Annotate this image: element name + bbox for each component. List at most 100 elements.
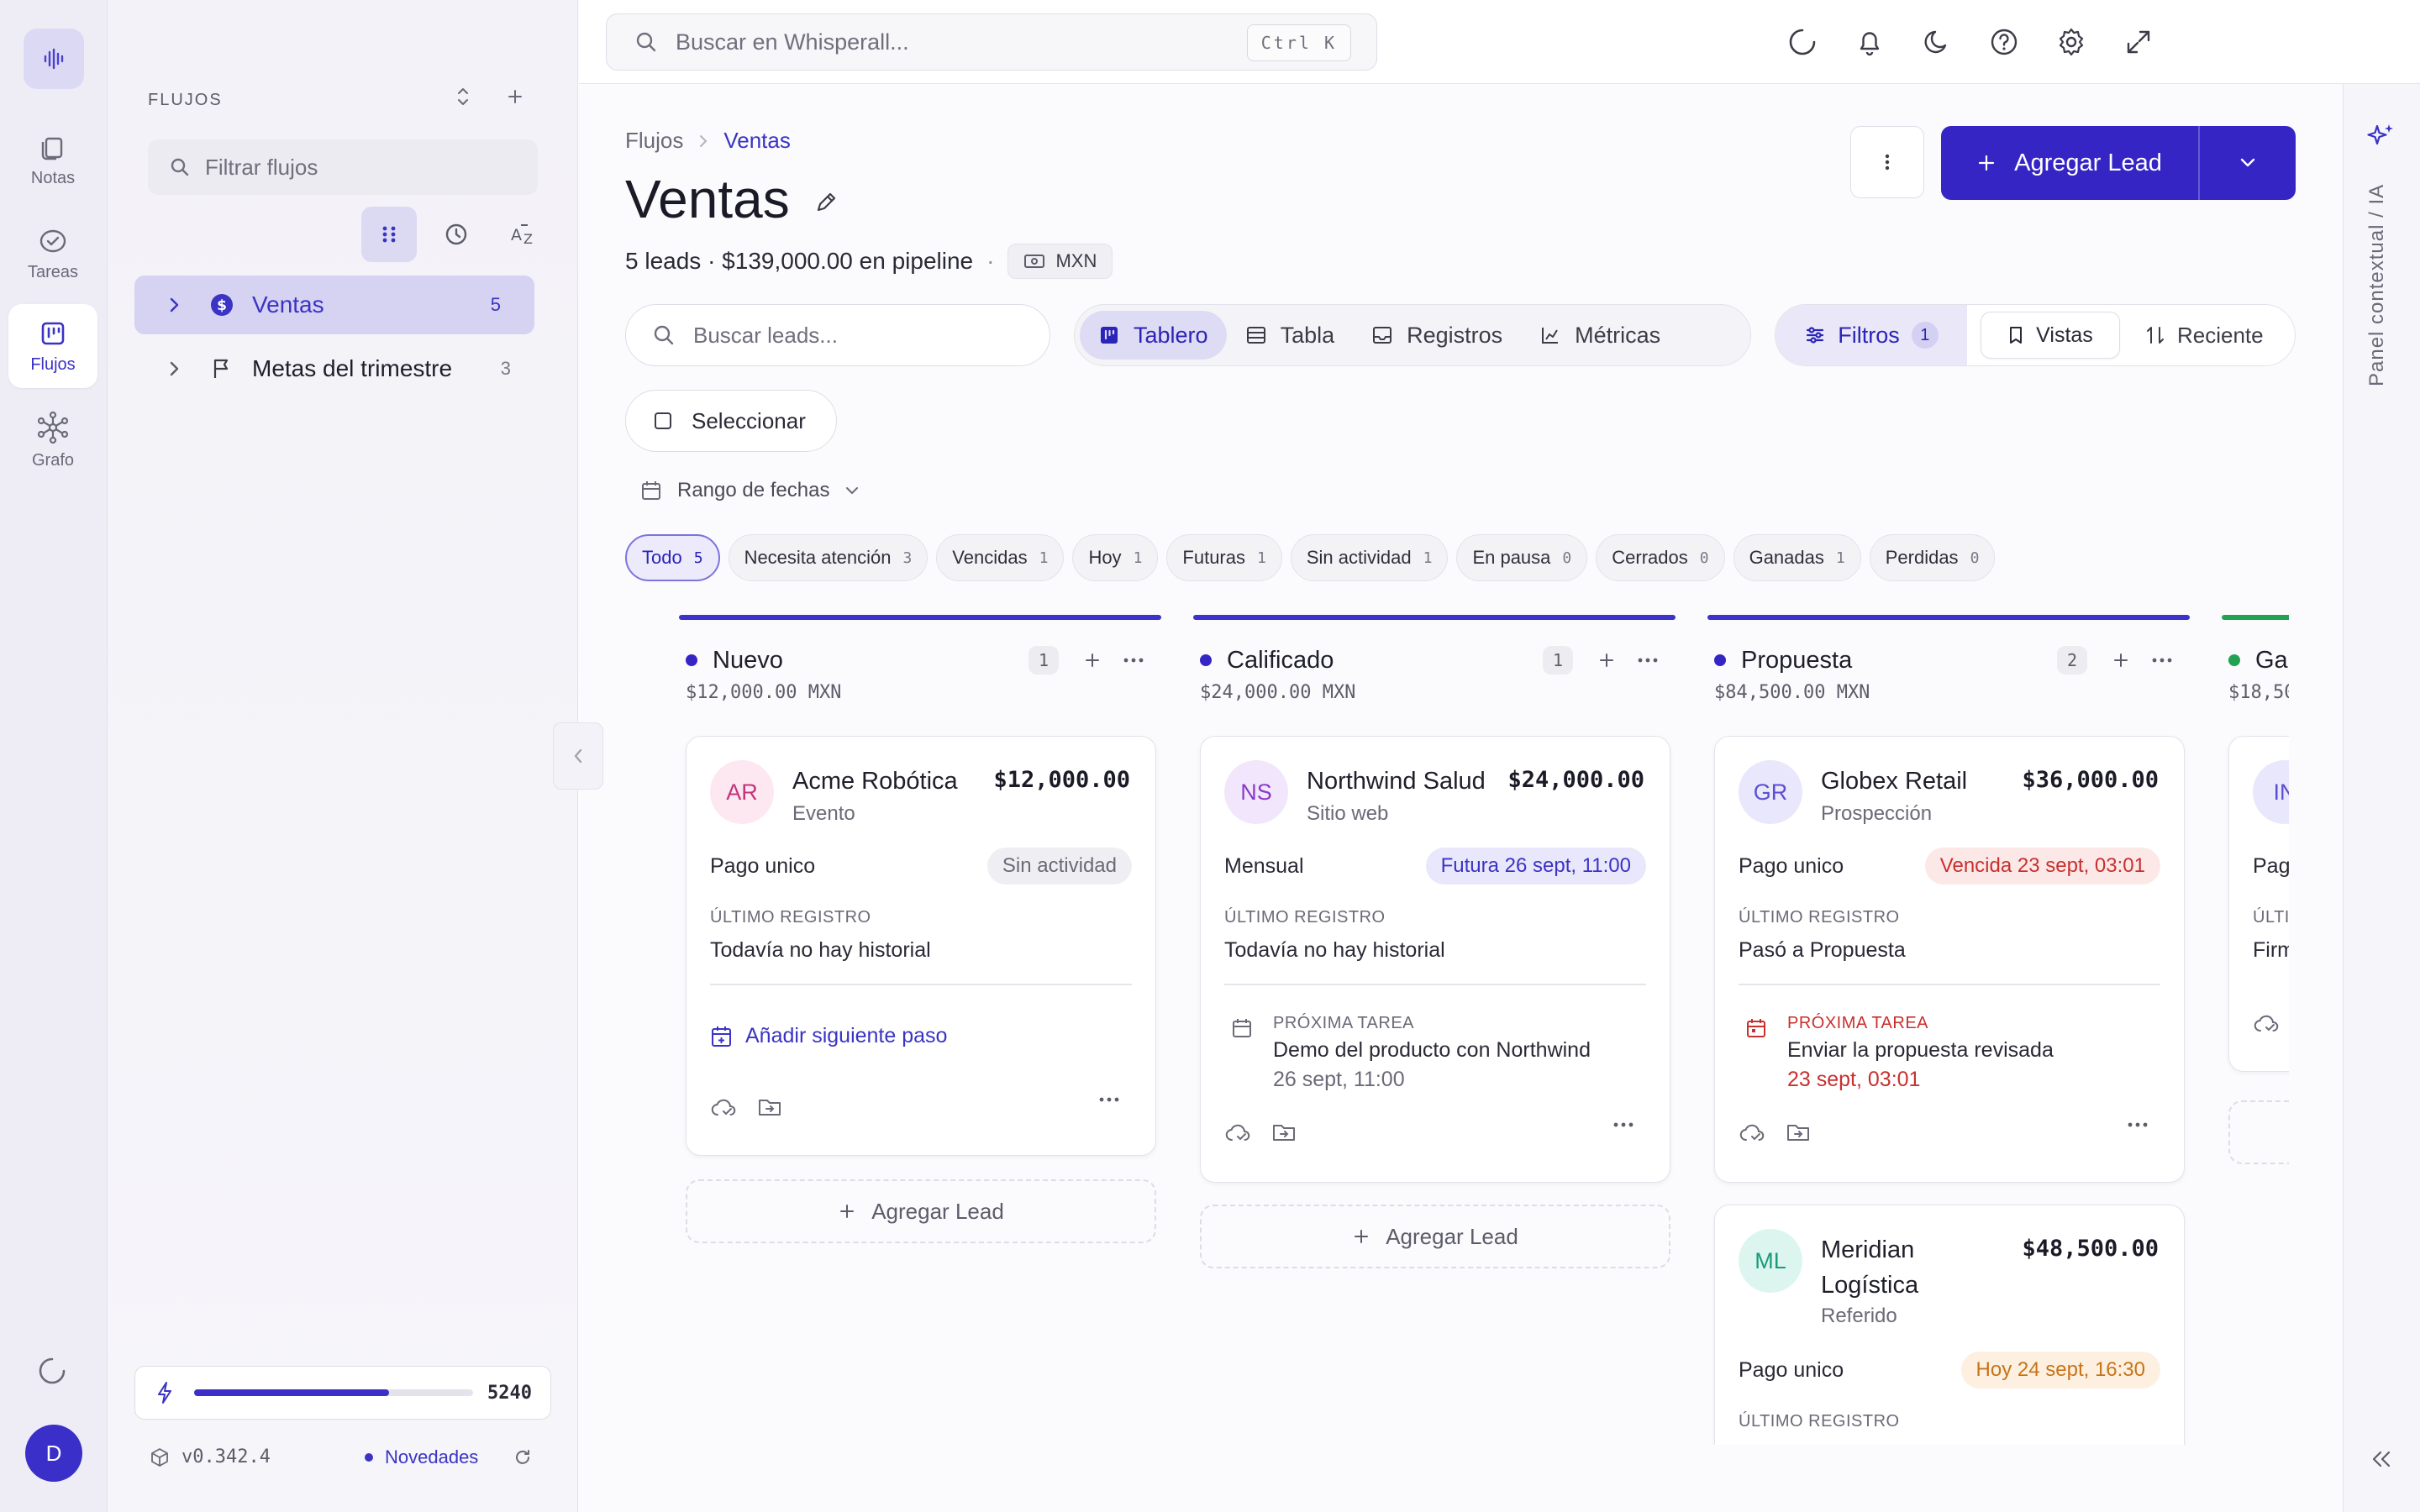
lead-avatar: NS xyxy=(1224,760,1288,824)
chip-cerrados[interactable]: Cerrados 0 xyxy=(1596,534,1725,581)
more-horizontal-icon[interactable] xyxy=(1098,1096,1120,1103)
more-actions-button[interactable] xyxy=(1850,126,1924,198)
folder-move-icon[interactable] xyxy=(1271,1121,1297,1143)
rail-item-notes[interactable]: Notas xyxy=(8,118,97,202)
flow-item-metas[interactable]: Metas del trimestre 3 xyxy=(134,339,534,398)
user-avatar[interactable]: D xyxy=(25,1425,82,1482)
rail-item-graph[interactable]: Grafo xyxy=(8,398,97,482)
rail-item-tasks[interactable]: Tareas xyxy=(8,212,97,296)
sort-alpha-button[interactable]: AZ xyxy=(496,207,551,262)
cloud-check-icon[interactable] xyxy=(1224,1121,1251,1145)
date-range-dropdown[interactable]: Rango de fechas xyxy=(640,479,860,502)
lead-card-partial[interactable]: IN Pago unico ÚLTIMO REGISTRO Firmó xyxy=(2228,736,2289,1072)
chevron-right-icon[interactable] xyxy=(168,296,182,314)
column-count: 1 xyxy=(1028,646,1059,675)
chip-label: Ganadas xyxy=(1749,547,1824,568)
more-horizontal-icon[interactable] xyxy=(1612,1121,1634,1128)
more-horizontal-icon[interactable] xyxy=(2151,657,2173,664)
chip-count: 5 xyxy=(693,549,703,567)
lead-card-globex[interactable]: GR Globex Retail $36,000.00 Prospección … xyxy=(1714,736,2185,1183)
lead-name: Acme Robótica xyxy=(792,768,958,795)
chip-futuras[interactable]: Futuras 1 xyxy=(1166,534,1282,581)
chevron-right-icon[interactable] xyxy=(168,360,182,378)
chip-todo[interactable]: Todo 5 xyxy=(625,534,720,581)
global-search-input[interactable]: Buscar en Whisperall... Ctrl K xyxy=(606,13,1377,71)
payment-type: Pago unico xyxy=(1739,854,1844,878)
lead-card-northwind[interactable]: NS Northwind Salud $24,000.00 Sitio web … xyxy=(1200,736,1670,1183)
expand-icon[interactable] xyxy=(2122,25,2155,59)
search-leads-input[interactable]: Buscar leads... xyxy=(625,304,1050,366)
flag-icon xyxy=(213,359,229,378)
rail-item-flows[interactable]: Flujos xyxy=(8,304,97,388)
add-card-icon[interactable] xyxy=(1597,650,1617,670)
add-lead-dropdown-button[interactable] xyxy=(2200,126,2296,200)
breadcrumb-current[interactable]: Ventas xyxy=(723,128,791,154)
add-lead-button[interactable]: Agregar Lead xyxy=(1941,126,2198,200)
add-lead-to-column-button[interactable]: Agregar Lead xyxy=(686,1179,1156,1243)
cloud-check-icon[interactable] xyxy=(710,1096,737,1120)
next-task[interactable]: PRÓXIMA TAREA Demo del producto con Nort… xyxy=(1231,1014,1591,1092)
more-horizontal-icon[interactable] xyxy=(1123,657,1144,664)
tab-metricas[interactable]: Métricas xyxy=(1521,311,1679,360)
lead-card-acme[interactable]: AR Acme Robótica $12,000.00 Evento Pago … xyxy=(686,736,1156,1156)
add-card-icon[interactable] xyxy=(2111,650,2131,670)
plus-icon xyxy=(1355,1230,1369,1243)
chip-necesita-atencion[interactable]: Necesita atención 3 xyxy=(728,534,929,581)
collapse-sidebar-button[interactable] xyxy=(553,722,603,790)
sparkles-icon[interactable] xyxy=(2364,121,2397,155)
card-footer xyxy=(2253,1012,2289,1039)
chip-sin-actividad[interactable]: Sin actividad 1 xyxy=(1290,534,1449,581)
usage-track xyxy=(194,1389,473,1396)
add-lead-split-button: Agregar Lead xyxy=(1941,126,2296,200)
chip-count: 1 xyxy=(1133,549,1143,567)
next-task[interactable]: PRÓXIMA TAREA Enviar la propuesta revisa… xyxy=(1745,1014,2054,1092)
add-lead-to-column-button[interactable] xyxy=(2228,1100,2289,1164)
help-icon[interactable] xyxy=(1987,25,2021,59)
next-task-title: Demo del producto con Northwind xyxy=(1273,1038,1591,1062)
chip-ganadas[interactable]: Ganadas 1 xyxy=(1733,534,1861,581)
last-record-label: ÚLTIMO REGISTRO xyxy=(2253,908,2289,927)
chip-perdidas[interactable]: Perdidas 0 xyxy=(1869,534,1996,581)
lead-amount: $36,000.00 xyxy=(2022,767,2159,793)
status-badge: Sin actividad xyxy=(986,848,1132,885)
folder-move-icon[interactable] xyxy=(1786,1121,1811,1143)
currency-chip[interactable]: MXN xyxy=(1007,244,1113,279)
cloud-check-icon[interactable] xyxy=(2253,1012,2280,1036)
sort-manual-button[interactable] xyxy=(361,207,417,262)
refresh-icon[interactable] xyxy=(513,1448,532,1467)
flow-item-ventas[interactable]: $ Ventas 5 xyxy=(134,276,534,334)
lead-source: Evento xyxy=(792,802,855,825)
bell-icon[interactable] xyxy=(1853,25,1886,59)
add-card-icon[interactable] xyxy=(1082,650,1102,670)
chip-hoy[interactable]: Hoy 1 xyxy=(1072,534,1159,581)
views-button[interactable]: Vistas xyxy=(1981,312,2120,359)
gear-icon[interactable] xyxy=(2054,25,2088,59)
cloud-check-icon[interactable] xyxy=(1739,1121,1765,1145)
lead-card-meridian[interactable]: ML Meridian Logística $48,500.00 Referid… xyxy=(1714,1205,2185,1445)
more-horizontal-icon[interactable] xyxy=(1637,657,1659,664)
filters-button[interactable]: Filtros 1 xyxy=(1776,305,1967,365)
expand-collapse-icon[interactable] xyxy=(454,86,472,108)
more-horizontal-icon[interactable] xyxy=(2127,1121,2149,1128)
tab-registros[interactable]: Registros xyxy=(1353,311,1521,360)
add-lead-to-column-button[interactable]: Agregar Lead xyxy=(1200,1205,1670,1268)
calendar-alert-icon xyxy=(1747,1019,1765,1037)
news-link[interactable]: Novedades xyxy=(365,1446,532,1468)
pencil-icon[interactable] xyxy=(813,190,839,215)
breadcrumb-root[interactable]: Flujos xyxy=(625,128,683,154)
folder-move-icon[interactable] xyxy=(757,1096,782,1118)
moon-icon[interactable] xyxy=(1920,25,1954,59)
sync-spinner-icon[interactable] xyxy=(1786,25,1819,59)
tab-tabla[interactable]: Tabla xyxy=(1227,311,1354,360)
tab-tablero[interactable]: Tablero xyxy=(1080,311,1227,360)
app-logo[interactable] xyxy=(24,29,84,89)
sort-recent-button[interactable] xyxy=(429,207,484,262)
add-next-step-link[interactable]: Añadir siguiente paso xyxy=(710,1024,947,1048)
add-flow-icon[interactable] xyxy=(506,87,524,106)
chip-vencidas[interactable]: Vencidas 1 xyxy=(936,534,1065,581)
filter-flows-input[interactable]: Filtrar flujos xyxy=(148,139,538,195)
select-button[interactable]: Seleccionar xyxy=(625,390,837,452)
chevrons-left-icon[interactable] xyxy=(2369,1448,2394,1470)
chip-en-pausa[interactable]: En pausa 0 xyxy=(1456,534,1588,581)
sort-recent-dropdown[interactable]: Reciente xyxy=(2145,305,2264,365)
